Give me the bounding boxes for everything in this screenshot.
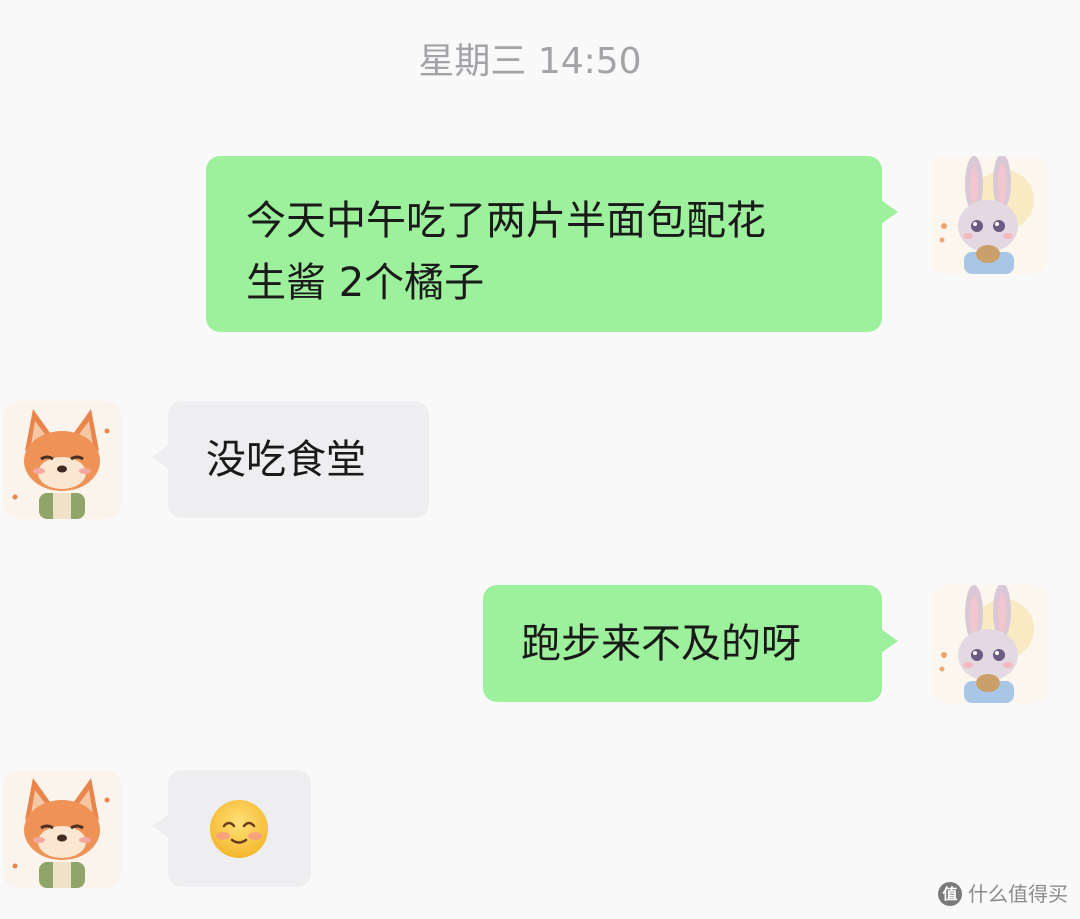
message-timestamp: 星期三 14:50 — [418, 41, 642, 82]
watermark-text: 什么值得买 — [968, 882, 1068, 906]
bunny-avatar[interactable] — [930, 585, 1048, 703]
watermark-logo-icon: 值 — [938, 882, 962, 906]
incoming-message-bubble[interactable] — [152, 770, 311, 887]
site-watermark: 值 什么值得买 — [938, 881, 1068, 907]
fox-avatar[interactable] — [3, 770, 121, 888]
message-text: 没吃食堂 — [206, 437, 366, 483]
message-text: 今天中午吃了两片半面包配花 — [246, 198, 766, 244]
outgoing-message-bubble[interactable]: 今天中午吃了两片半面包配花 生酱 2个橘子 — [206, 156, 898, 332]
message-text: 跑步来不及的呀 — [521, 621, 801, 667]
fox-avatar[interactable] — [3, 401, 121, 519]
message-text: 生酱 2个橘子 — [246, 260, 485, 306]
bunny-avatar[interactable] — [930, 156, 1048, 274]
blushing-smile-emoji-icon — [208, 798, 311, 860]
outgoing-message-bubble[interactable]: 跑步来不及的呀 — [483, 585, 898, 702]
incoming-message-bubble[interactable]: 没吃食堂 — [152, 401, 429, 518]
